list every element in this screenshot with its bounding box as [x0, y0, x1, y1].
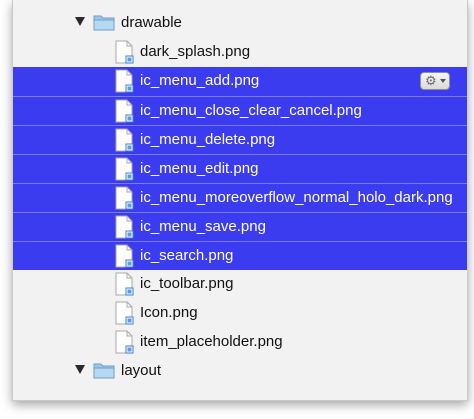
chevron-down-icon	[440, 79, 446, 83]
png-file-icon	[115, 99, 134, 123]
file-row[interactable]: item_placeholder.png	[13, 328, 467, 357]
gear-icon: ⚙	[425, 73, 437, 88]
folder-row-drawable[interactable]: drawable	[13, 9, 467, 38]
file-row[interactable]: ic_toolbar.png	[13, 270, 467, 299]
file-row[interactable]: Icon.png	[13, 299, 467, 328]
file-row[interactable]: dark_splash.png	[13, 38, 467, 67]
folder-icon	[93, 15, 115, 31]
file-row[interactable]: ic_menu_edit.png	[13, 154, 467, 183]
file-row[interactable]: ic_menu_moreoverflow_normal_holo_dark.pn…	[13, 183, 467, 212]
png-file-icon	[115, 215, 134, 239]
png-file-icon	[115, 40, 134, 64]
file-label: ic_menu_add.png	[140, 72, 260, 89]
folder-label: layout	[121, 362, 162, 379]
png-file-icon	[115, 157, 134, 181]
png-file-icon	[115, 128, 134, 152]
file-row[interactable]: ic_menu_close_clear_cancel.png	[13, 96, 467, 125]
file-label: ic_menu_moreoverflow_normal_holo_dark.pn…	[140, 189, 453, 206]
file-row[interactable]: ic_menu_save.png	[13, 212, 467, 241]
file-row[interactable]: ic_search.png	[13, 241, 467, 270]
file-row[interactable]: ic_menu_delete.png	[13, 125, 467, 154]
png-file-icon	[115, 301, 134, 325]
file-label: ic_menu_close_clear_cancel.png	[140, 102, 362, 119]
disclosure-triangle-icon[interactable]	[75, 17, 85, 26]
folder-row-layout[interactable]: layout	[13, 357, 467, 386]
disclosure-triangle-icon[interactable]	[75, 365, 85, 374]
file-label: item_placeholder.png	[140, 333, 283, 350]
png-file-icon	[115, 69, 134, 93]
png-file-icon	[115, 272, 134, 296]
png-file-icon	[115, 330, 134, 354]
file-label: ic_menu_delete.png	[140, 131, 276, 148]
folder-label: drawable	[121, 14, 182, 31]
file-label: ic_menu_edit.png	[140, 160, 259, 177]
file-label: dark_splash.png	[140, 43, 251, 60]
file-label: ic_menu_save.png	[140, 218, 266, 235]
file-row[interactable]: ic_menu_add.png ⚙	[13, 67, 467, 96]
action-menu-button[interactable]: ⚙	[420, 72, 450, 90]
file-label: ic_toolbar.png	[140, 275, 234, 292]
file-tree-panel: drawable dark_splash.png ic_menu_add.png…	[12, 0, 468, 401]
png-file-icon	[115, 244, 134, 268]
png-file-icon	[115, 186, 134, 210]
folder-icon	[93, 363, 115, 379]
file-label: ic_search.png	[140, 247, 234, 264]
file-label: Icon.png	[140, 304, 198, 321]
